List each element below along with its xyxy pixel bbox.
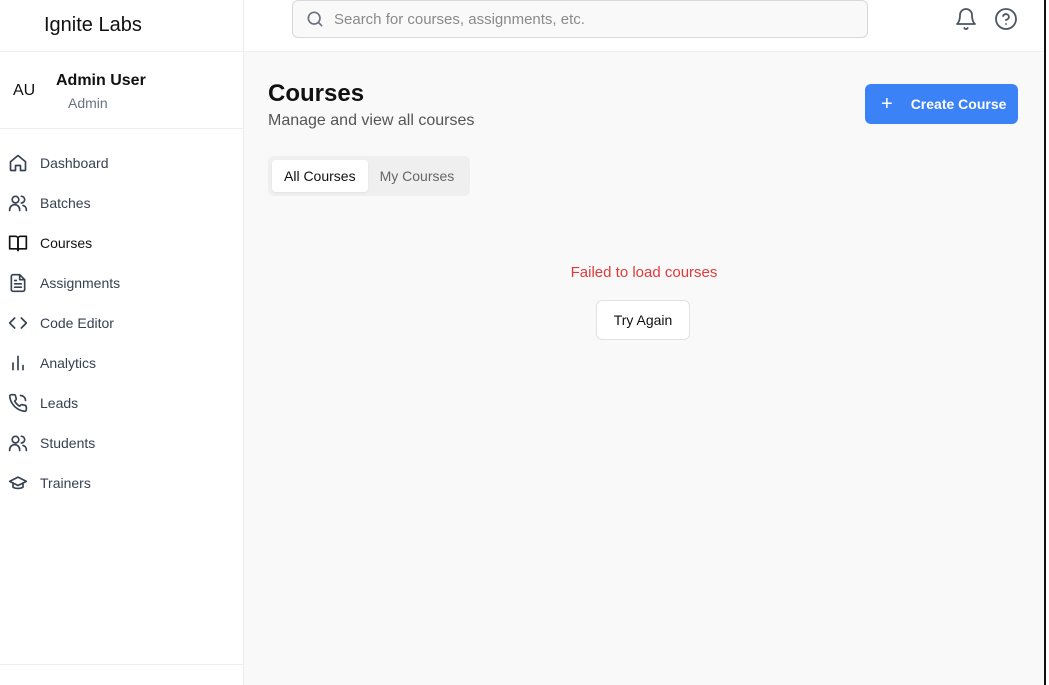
window-scrollbar[interactable] xyxy=(1044,0,1049,685)
main-content: Courses Manage and view all courses + Cr… xyxy=(244,52,1044,685)
sidebar-item-leads[interactable]: Leads xyxy=(0,383,243,423)
try-again-button[interactable]: Try Again xyxy=(596,300,690,340)
phone-icon xyxy=(8,393,28,413)
sidebar-item-label: Batches xyxy=(40,195,91,211)
app-brand[interactable]: Ignite Labs xyxy=(0,0,243,52)
top-header xyxy=(244,0,1044,52)
error-message: Failed to load courses xyxy=(570,264,718,281)
sidebar-item-label: Courses xyxy=(40,235,93,251)
sidebar-item-assignments[interactable]: Assignments xyxy=(0,263,243,303)
sidebar-item-label: Dashboard xyxy=(40,155,109,171)
search-icon xyxy=(305,9,325,29)
sidebar-item-dashboard[interactable]: Dashboard xyxy=(0,143,243,183)
course-tabs: All Courses My Courses xyxy=(268,156,471,196)
user-profile[interactable]: AU Admin User Admin xyxy=(0,52,243,129)
graduation-cap-icon xyxy=(8,473,28,493)
file-text-icon xyxy=(8,273,28,293)
sidebar-item-label: Analytics xyxy=(40,355,97,371)
search-input[interactable] xyxy=(334,10,834,28)
sidebar-item-label: Code Editor xyxy=(40,315,114,331)
help-circle-icon[interactable] xyxy=(994,7,1018,31)
create-course-label: Create Course xyxy=(910,96,1007,112)
book-open-icon xyxy=(8,233,28,253)
sidebar-item-courses[interactable]: Courses xyxy=(0,223,243,263)
tab-my-courses[interactable]: My Courses xyxy=(368,160,467,192)
create-course-button[interactable]: + Create Course xyxy=(865,84,1018,124)
sidebar-nav: Dashboard Batches Courses Assignments Co… xyxy=(0,129,243,503)
page-subtitle: Manage and view all courses xyxy=(268,112,475,129)
home-icon xyxy=(8,153,28,173)
user-name: Admin User xyxy=(56,72,146,89)
plus-icon: + xyxy=(881,93,893,115)
sidebar: Ignite Labs AU Admin User Admin Dashboar… xyxy=(0,0,244,685)
code-icon xyxy=(8,313,28,333)
bar-chart-icon xyxy=(8,353,28,373)
sidebar-item-label: Trainers xyxy=(40,475,91,491)
sidebar-item-batches[interactable]: Batches xyxy=(0,183,243,223)
search-box[interactable] xyxy=(292,0,868,38)
users-icon xyxy=(8,433,28,453)
sidebar-item-trainers[interactable]: Trainers xyxy=(0,463,243,503)
page-title: Courses xyxy=(268,80,365,107)
sidebar-item-label: Assignments xyxy=(40,275,121,291)
tab-all-courses[interactable]: All Courses xyxy=(272,160,368,192)
sidebar-item-students[interactable]: Students xyxy=(0,423,243,463)
sidebar-item-code-editor[interactable]: Code Editor xyxy=(0,303,243,343)
bell-icon[interactable] xyxy=(954,7,978,31)
avatar: AU xyxy=(13,82,36,99)
user-role: Admin xyxy=(68,95,108,111)
sidebar-divider xyxy=(0,664,243,665)
sidebar-item-analytics[interactable]: Analytics xyxy=(0,343,243,383)
sidebar-item-label: Leads xyxy=(40,395,79,411)
users-icon xyxy=(8,193,28,213)
sidebar-item-label: Students xyxy=(40,435,96,451)
